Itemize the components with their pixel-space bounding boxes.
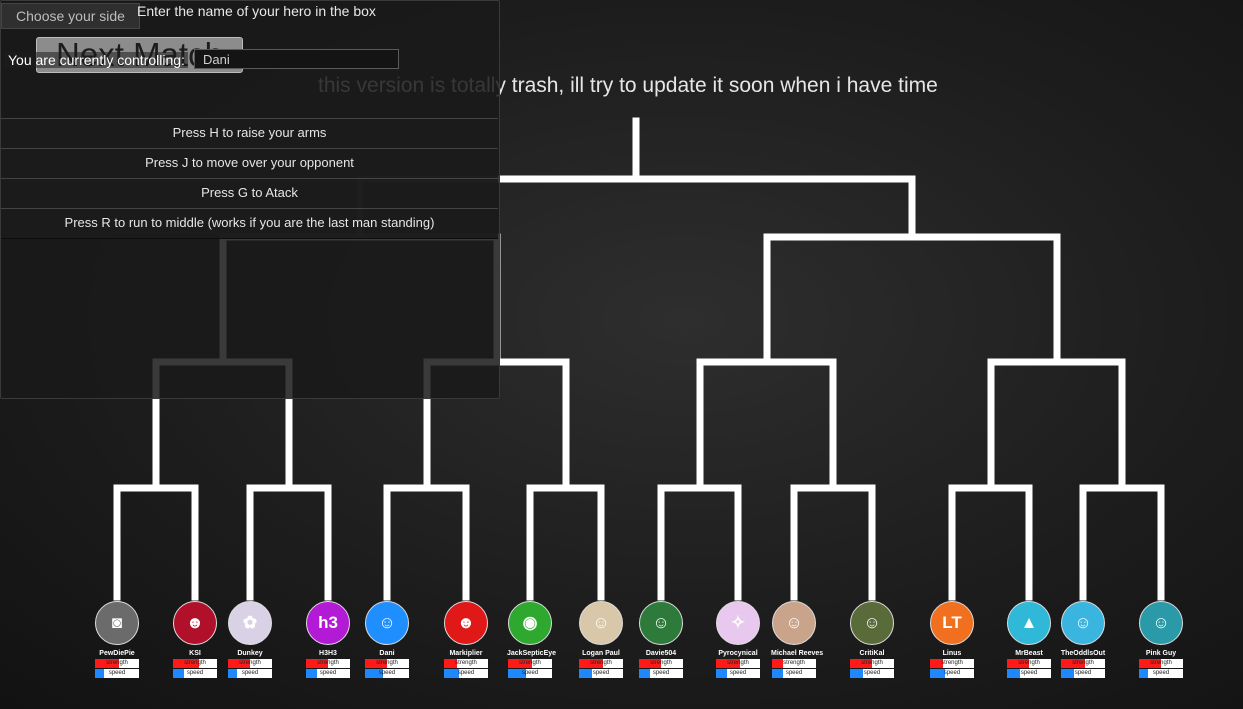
player-card[interactable]: ✿ Dunkey strength speed: [227, 601, 273, 678]
pewdiepie-avatar-icon: ◙: [95, 601, 139, 645]
strength-bar: strength: [1007, 659, 1051, 668]
player-card[interactable]: ☻ KSI strength speed: [172, 601, 218, 678]
controlling-label: You are currently controlling:: [5, 52, 188, 68]
help-run-middle: Press R to run to middle (works if you a…: [1, 208, 498, 239]
theoddlsout-avatar-icon: ☺: [1061, 601, 1105, 645]
player-name: Davie504: [645, 650, 677, 657]
player-card[interactable]: ◉ JackSepticEye strength speed: [507, 601, 557, 678]
pink-guy-avatar-icon: ☺: [1139, 601, 1183, 645]
speed-bar: speed: [306, 669, 350, 678]
player-card[interactable]: ☺ Michael Reeves strength speed: [771, 601, 824, 678]
strength-bar: strength: [444, 659, 488, 668]
dunkey-avatar-icon: ✿: [228, 601, 272, 645]
strength-bar: strength: [716, 659, 760, 668]
speed-bar: speed: [1139, 669, 1183, 678]
player-card[interactable]: ☺ TheOddlsOut strength speed: [1060, 601, 1106, 678]
markiplier-avatar-icon: ☻: [444, 601, 488, 645]
strength-bar: strength: [1061, 659, 1105, 668]
player-card[interactable]: ☺ Logan Paul strength speed: [578, 601, 624, 678]
choose-side-button[interactable]: Choose your side: [1, 3, 140, 29]
strength-bar: strength: [365, 659, 409, 668]
player-card[interactable]: LT Linus strength speed: [929, 601, 975, 678]
strength-bar: strength: [228, 659, 272, 668]
h3h3-avatar-icon: h3: [306, 601, 350, 645]
speed-bar: speed: [639, 669, 683, 678]
speed-bar: speed: [716, 669, 760, 678]
strength-bar: strength: [850, 659, 894, 668]
ksi-avatar-icon: ☻: [173, 601, 217, 645]
help-move-over: Press J to move over your opponent: [1, 148, 498, 179]
player-card[interactable]: ☺ CritiKal strength speed: [849, 601, 895, 678]
help-raise-arms: Press H to raise your arms: [1, 118, 498, 149]
hero-name-input[interactable]: [194, 49, 399, 69]
player-name: KSI: [189, 650, 201, 657]
player-name: TheOddlsOut: [1060, 650, 1106, 657]
player-card[interactable]: ☺ Davie504 strength speed: [638, 601, 684, 678]
strength-bar: strength: [579, 659, 623, 668]
player-name: Logan Paul: [582, 650, 620, 657]
player-name: Dunkey: [237, 650, 263, 657]
player-name: JackSepticEye: [507, 650, 557, 657]
strength-bar: strength: [930, 659, 974, 668]
control-panel: Choose your side Enter the name of your …: [0, 0, 500, 399]
player-name: Markiplier: [449, 650, 483, 657]
player-card[interactable]: ☻ Markiplier strength speed: [443, 601, 489, 678]
speed-bar: speed: [365, 669, 409, 678]
strength-bar: strength: [1139, 659, 1183, 668]
speed-bar: speed: [1007, 669, 1051, 678]
strength-bar: strength: [95, 659, 139, 668]
speed-bar: speed: [173, 669, 217, 678]
player-name: PewDiePie: [99, 650, 135, 657]
player-name: CritiKal: [859, 650, 885, 657]
player-name: H3H3: [319, 650, 337, 657]
critikal-avatar-icon: ☺: [850, 601, 894, 645]
speed-bar: speed: [228, 669, 272, 678]
player-card[interactable]: ▲ MrBeast strength speed: [1006, 601, 1052, 678]
strength-bar: strength: [772, 659, 816, 668]
player-card[interactable]: ✧ Pyrocynical strength speed: [715, 601, 761, 678]
speed-bar: speed: [930, 669, 974, 678]
player-name: Dani: [379, 650, 395, 657]
pyrocynical-avatar-icon: ✧: [716, 601, 760, 645]
player-name: Pink Guy: [1145, 650, 1177, 657]
player-name: MrBeast: [1015, 650, 1043, 657]
jacksepticeye-avatar-icon: ◉: [508, 601, 552, 645]
dani-avatar-icon: ☺: [365, 601, 409, 645]
strength-bar: strength: [639, 659, 683, 668]
player-name: Michael Reeves: [771, 650, 824, 657]
speed-bar: speed: [579, 669, 623, 678]
davie504-avatar-icon: ☺: [639, 601, 683, 645]
speed-bar: speed: [1061, 669, 1105, 678]
player-name: Linus: [942, 650, 962, 657]
linus-avatar-icon: LT: [930, 601, 974, 645]
strength-bar: strength: [508, 659, 552, 668]
speed-bar: speed: [850, 669, 894, 678]
player-card[interactable]: ☺ Dani strength speed: [364, 601, 410, 678]
strength-bar: strength: [306, 659, 350, 668]
speed-bar: speed: [444, 669, 488, 678]
speed-bar: speed: [95, 669, 139, 678]
player-card[interactable]: ☺ Pink Guy strength speed: [1138, 601, 1184, 678]
player-name: Pyrocynical: [718, 650, 758, 657]
help-attack: Press G to Atack: [1, 178, 498, 209]
speed-bar: speed: [772, 669, 816, 678]
speed-bar: speed: [508, 669, 552, 678]
mrbeast-avatar-icon: ▲: [1007, 601, 1051, 645]
logan-paul-avatar-icon: ☺: [579, 601, 623, 645]
strength-bar: strength: [173, 659, 217, 668]
player-card[interactable]: ◙ PewDiePie strength speed: [94, 601, 140, 678]
michael-reeves-avatar-icon: ☺: [772, 601, 816, 645]
player-card[interactable]: h3 H3H3 strength speed: [305, 601, 351, 678]
hero-name-prompt: Enter the name of your hero in the box: [137, 3, 376, 19]
